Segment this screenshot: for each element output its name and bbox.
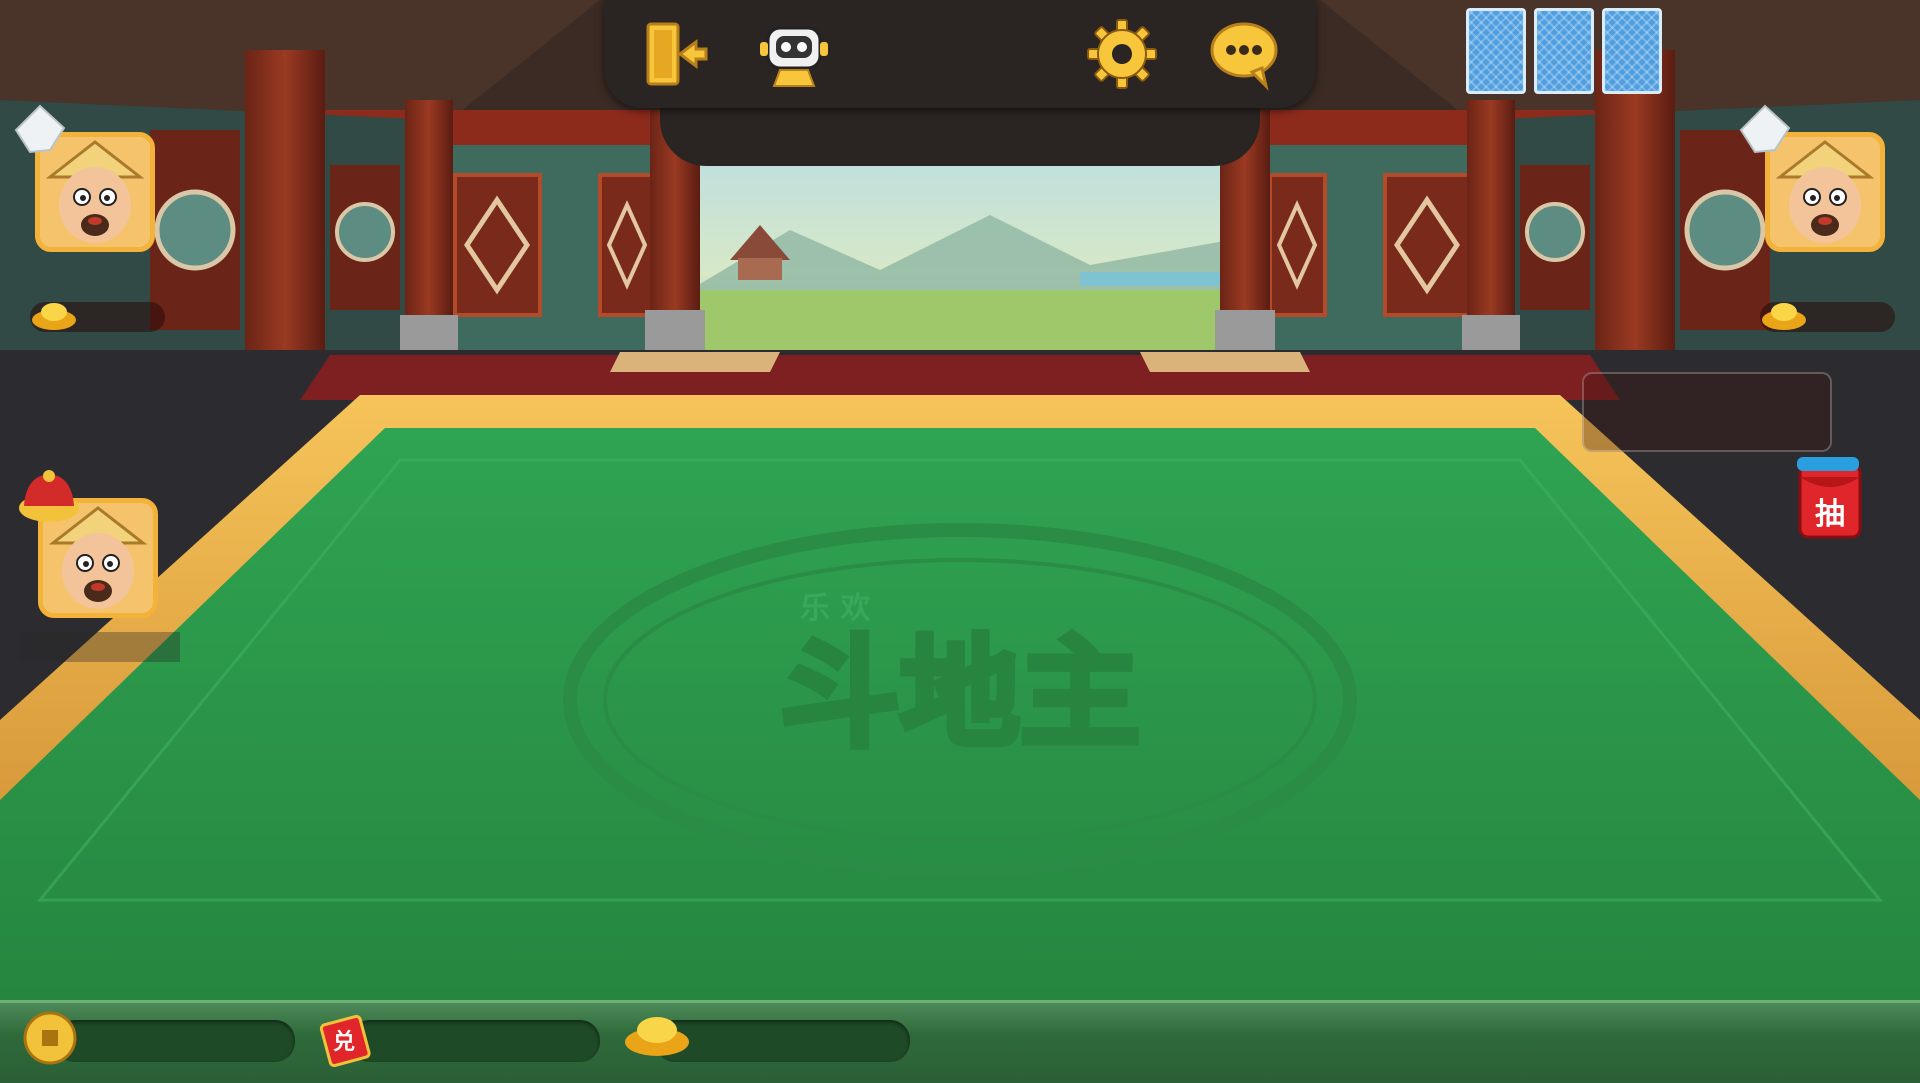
gold-ingot-icon xyxy=(625,1017,689,1056)
robot-autoplay-icon xyxy=(760,26,828,87)
right-round-window-2 xyxy=(1525,202,1585,262)
gold-ingot-icon xyxy=(32,303,76,330)
gear-icon xyxy=(1087,19,1157,89)
hidden-landlord-cards xyxy=(1466,8,1666,98)
landlord-hat-icon xyxy=(19,470,79,522)
card-back xyxy=(1534,8,1594,94)
chat-button[interactable] xyxy=(1204,14,1284,94)
coin-icon xyxy=(23,1011,77,1065)
ticket-balance-slot xyxy=(350,1020,600,1062)
table-logo-main: 斗地主 xyxy=(780,625,1140,764)
red-carpet xyxy=(300,355,1620,400)
exit-door-icon xyxy=(646,22,708,86)
lottery-label: 抽 xyxy=(1815,497,1845,532)
pillar-right-inner-base xyxy=(1462,315,1520,355)
lottery-button[interactable]: 抽 xyxy=(1795,455,1865,540)
table-logo-small: 乐 欢 xyxy=(800,591,871,626)
landscape-field xyxy=(690,290,1230,350)
river xyxy=(1080,272,1230,286)
towel-hat-icon xyxy=(1739,104,1791,154)
ticket-label: 兑 xyxy=(332,1030,355,1055)
pillar-right-outer xyxy=(1595,50,1675,380)
card-back xyxy=(1602,8,1662,94)
exit-button[interactable] xyxy=(634,14,714,94)
pillar-left-outer xyxy=(245,50,325,380)
pillar-right-inner xyxy=(1467,100,1515,330)
gold-ingot-icon xyxy=(1762,303,1806,330)
carpet-gold-right xyxy=(1140,352,1310,372)
player-self-name-bar xyxy=(20,632,180,662)
pillar-left-inner-base xyxy=(400,315,458,355)
pillar-left-inner xyxy=(405,100,453,330)
left-round-window-2 xyxy=(335,202,395,262)
pavilion-base xyxy=(738,258,782,280)
right-round-window xyxy=(1684,189,1766,271)
towel-hat-icon xyxy=(14,104,66,154)
robot-autoplay-button[interactable] xyxy=(754,14,834,94)
toolbar-tab xyxy=(660,100,1260,166)
ingot-balance-slot xyxy=(655,1020,910,1062)
left-round-window xyxy=(154,189,236,271)
top-toolbar xyxy=(604,0,1662,108)
speech-bubble xyxy=(1582,372,1832,452)
carpet-gold-left xyxy=(610,352,780,372)
chat-bubble-icon xyxy=(1210,22,1278,91)
settings-button[interactable] xyxy=(1082,14,1162,94)
card-back xyxy=(1466,8,1526,94)
coin-balance-slot xyxy=(55,1020,295,1062)
